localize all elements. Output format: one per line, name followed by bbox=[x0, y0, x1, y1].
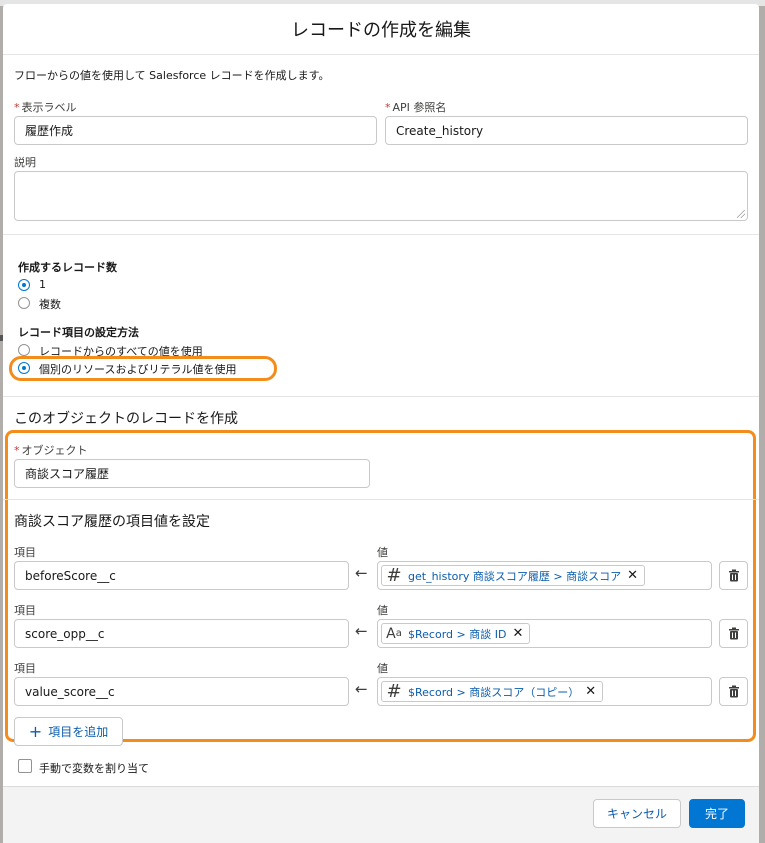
delete-row-button[interactable] bbox=[719, 619, 748, 648]
delete-row-button[interactable] bbox=[719, 677, 748, 706]
value-label: 値 bbox=[377, 604, 388, 617]
field-label: 項目 bbox=[14, 604, 36, 617]
record-count-multiple-label: 複数 bbox=[39, 298, 61, 311]
modal-description: フローからの値を使用して Salesforce レコードを作成します。 bbox=[14, 69, 330, 82]
remove-icon[interactable]: ✕ bbox=[627, 568, 638, 583]
remove-icon[interactable]: ✕ bbox=[585, 684, 596, 699]
number-icon: # bbox=[386, 565, 402, 586]
text-icon: Aa bbox=[386, 625, 402, 642]
object-section-title: このオブジェクトのレコードを作成 bbox=[14, 411, 238, 427]
record-count-heading: 作成するレコード数 bbox=[18, 261, 117, 274]
divider bbox=[3, 499, 759, 500]
value-pill-text: $Record > 商談 ID bbox=[408, 627, 507, 641]
plus-icon: + bbox=[28, 722, 43, 741]
record-count-one-radio[interactable] bbox=[18, 279, 30, 291]
field-combobox[interactable]: value_score__c bbox=[14, 677, 349, 706]
value-pill: # $Record > 商談スコア（コピー） ✕ bbox=[381, 681, 604, 702]
cancel-button[interactable]: キャンセル bbox=[593, 799, 681, 828]
modal-header: レコードの作成を編集 bbox=[3, 4, 759, 55]
object-label: * オブジェクト bbox=[14, 444, 88, 457]
value-combobox[interactable]: # $Record > 商談スコア（コピー） ✕ bbox=[377, 677, 712, 706]
description-textarea[interactable] bbox=[14, 171, 748, 221]
modal-title: レコードの作成を編集 bbox=[291, 20, 471, 41]
label-field-label: * 表示ラベル bbox=[14, 101, 77, 114]
done-button[interactable]: 完了 bbox=[689, 799, 745, 828]
field-combobox[interactable]: score_opp__c bbox=[14, 619, 349, 648]
field-label: 項目 bbox=[14, 546, 36, 559]
value-pill: Aa $Record > 商談 ID ✕ bbox=[381, 623, 531, 644]
modal-footer: キャンセル 完了 bbox=[3, 786, 759, 843]
value-combobox[interactable]: Aa $Record > 商談 ID ✕ bbox=[377, 619, 712, 648]
edit-create-records-modal: レコードの作成を編集 フローからの値を使用して Salesforce レコードを… bbox=[3, 4, 759, 843]
field-combobox[interactable]: beforeScore__c bbox=[14, 561, 349, 590]
highlight-annotation-radio bbox=[9, 356, 277, 381]
resize-handle-icon[interactable] bbox=[737, 210, 745, 218]
description-label: 説明 bbox=[14, 156, 36, 169]
divider bbox=[3, 234, 759, 235]
add-field-button[interactable]: + 項目を追加 bbox=[14, 717, 123, 746]
field-label: 項目 bbox=[14, 662, 36, 675]
trash-icon bbox=[728, 569, 739, 582]
arrow-left-icon: ← bbox=[355, 680, 368, 698]
api-name-label: * API 参照名 bbox=[385, 101, 447, 114]
use-all-values-radio[interactable] bbox=[18, 344, 30, 356]
object-field[interactable]: 商談スコア履歴 bbox=[14, 459, 370, 488]
record-count-one-label: 1 bbox=[39, 278, 46, 291]
number-icon: # bbox=[386, 681, 402, 702]
field-values-title: 商談スコア履歴の項目値を設定 bbox=[14, 514, 210, 530]
manual-assign-checkbox[interactable] bbox=[18, 759, 32, 773]
arrow-left-icon: ← bbox=[355, 564, 368, 582]
value-pill-text: get_history 商談スコア履歴 > 商談スコア bbox=[408, 569, 622, 583]
value-label: 値 bbox=[377, 546, 388, 559]
value-pill-text: $Record > 商談スコア（コピー） bbox=[408, 685, 580, 699]
set-method-heading: レコード項目の設定方法 bbox=[18, 326, 139, 339]
divider bbox=[3, 396, 759, 397]
value-combobox[interactable]: # get_history 商談スコア履歴 > 商談スコア ✕ bbox=[377, 561, 712, 590]
api-name-field[interactable]: Create_history bbox=[385, 116, 748, 145]
label-field[interactable]: 履歴作成 bbox=[14, 116, 377, 145]
trash-icon bbox=[728, 627, 739, 640]
value-label: 値 bbox=[377, 662, 388, 675]
delete-row-button[interactable] bbox=[719, 561, 748, 590]
trash-icon bbox=[728, 685, 739, 698]
record-count-multiple-radio[interactable] bbox=[18, 297, 30, 309]
arrow-left-icon: ← bbox=[355, 622, 368, 640]
value-pill: # get_history 商談スコア履歴 > 商談スコア ✕ bbox=[381, 565, 646, 586]
remove-icon[interactable]: ✕ bbox=[512, 626, 523, 641]
manual-assign-label: 手動で変数を割り当て bbox=[39, 762, 149, 775]
